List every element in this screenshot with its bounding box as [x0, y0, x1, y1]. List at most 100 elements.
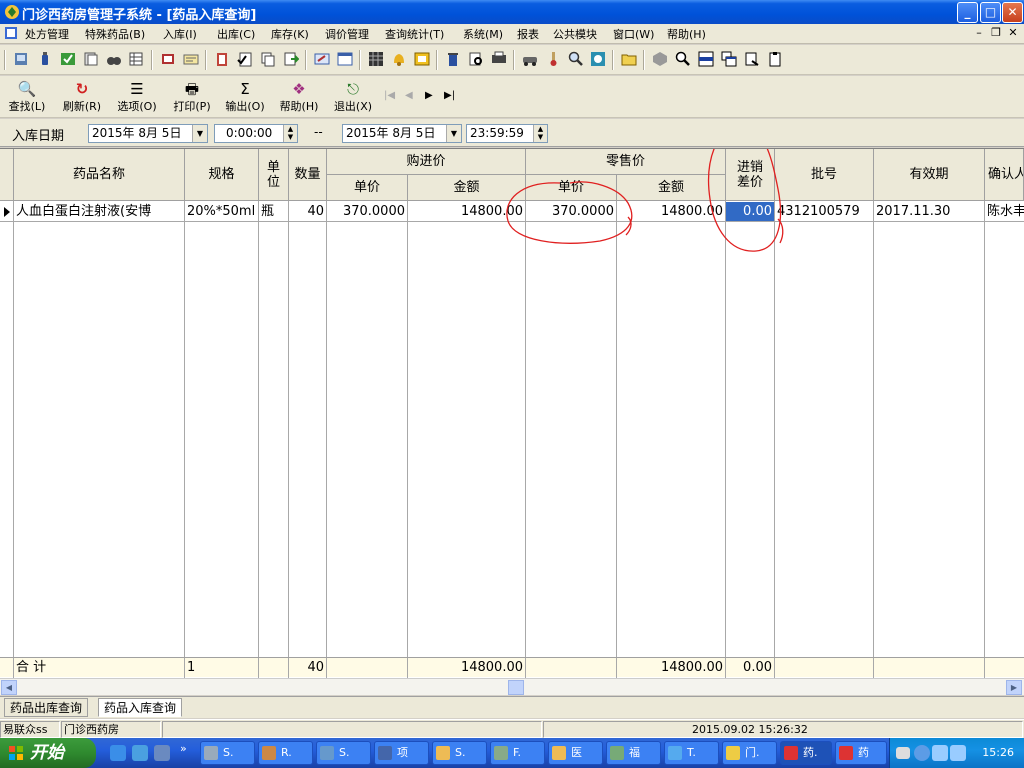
end-time-field[interactable]: 23:59:59 ▲ ▼: [466, 124, 548, 143]
chevron-down-icon[interactable]: ▼: [192, 125, 207, 142]
network2-tray-icon[interactable]: [950, 745, 966, 761]
checklist-icon[interactable]: [237, 51, 253, 67]
taskbar-item-7[interactable]: 医: [548, 741, 603, 765]
ie-quicklaunch-icon[interactable]: [110, 745, 126, 761]
magnifier-icon[interactable]: [568, 51, 584, 67]
thermometer-icon[interactable]: [545, 51, 561, 67]
scroll-left-icon[interactable]: ◀: [1, 680, 17, 695]
cell-quantity[interactable]: 40: [289, 202, 326, 222]
document-stack-icon[interactable]: [83, 51, 99, 67]
start-date-picker[interactable]: 2015年 8月 5日 ▼: [88, 124, 208, 143]
refresh-button[interactable]: ↻ 刷新(R): [57, 80, 107, 116]
spinner-icon[interactable]: ▲ ▼: [283, 125, 297, 142]
help-button[interactable]: ❖ 帮助(H): [274, 80, 324, 116]
cell-confirmed-by[interactable]: 陈水丰: [985, 202, 1024, 222]
grid-doc-icon[interactable]: [128, 51, 144, 67]
col-header-unit[interactable]: 单 位: [259, 149, 289, 201]
options-button[interactable]: ☰ 选项(O): [112, 80, 162, 116]
col-header-spec[interactable]: 规格: [185, 149, 259, 201]
taskbar-item-4[interactable]: 项: [374, 741, 429, 765]
print-preview-icon[interactable]: [491, 51, 507, 67]
export-doc-icon[interactable]: [283, 51, 299, 67]
paste-icon[interactable]: [767, 51, 783, 67]
copy-icon[interactable]: [260, 51, 276, 67]
mdi-close-button[interactable]: ✕: [1006, 26, 1020, 40]
binoculars-icon[interactable]: [106, 51, 122, 67]
scroll-thumb[interactable]: [508, 680, 524, 695]
desktop-quicklaunch-icon[interactable]: [154, 745, 170, 761]
menu-special-drugs[interactable]: 特殊药品(B): [85, 26, 145, 42]
taskbar-item-10[interactable]: 门.: [722, 741, 777, 765]
col-header-purchase-unit-price[interactable]: 单价: [327, 175, 408, 201]
taskbar-item-5[interactable]: S.: [432, 741, 487, 765]
cell-unit[interactable]: 瓶: [259, 202, 288, 222]
report-icon[interactable]: [414, 51, 430, 67]
check-icon[interactable]: [60, 51, 76, 67]
clipboard-icon[interactable]: [214, 51, 230, 67]
prev-record-button[interactable]: ◀: [405, 90, 413, 101]
network-tray-icon[interactable]: [932, 745, 948, 761]
keyboard-tray-icon[interactable]: [896, 747, 910, 759]
cell-spec[interactable]: 20%*50ml: [185, 202, 258, 222]
folder-open-icon[interactable]: [621, 51, 637, 67]
mdi-minimize-button[interactable]: –: [972, 26, 986, 40]
tab-inbound-query[interactable]: 药品入库查询: [98, 698, 183, 717]
edit-book-icon[interactable]: [160, 51, 176, 67]
first-record-button[interactable]: |◀: [384, 90, 395, 101]
menu-inbound[interactable]: 入库(I): [163, 26, 197, 42]
next-record-button[interactable]: ▶: [425, 90, 433, 101]
menu-reports[interactable]: 报表: [517, 26, 539, 42]
menu-stock[interactable]: 库存(K): [271, 26, 309, 42]
cascade-icon[interactable]: [721, 51, 737, 67]
arrange-icon[interactable]: [744, 51, 760, 67]
menu-price-adjust[interactable]: 调价管理: [325, 26, 369, 42]
last-record-button[interactable]: ▶|: [444, 90, 455, 101]
taskbar-item-11[interactable]: 药.: [780, 741, 832, 765]
print-button[interactable]: 🖶 打印(P): [167, 80, 217, 116]
taskbar-item-1[interactable]: S.: [200, 741, 255, 765]
mdi-restore-button[interactable]: ❐: [989, 26, 1003, 40]
split-horizontal-icon[interactable]: [698, 51, 714, 67]
browser-quicklaunch-icon[interactable]: [132, 745, 148, 761]
search-doc-icon[interactable]: [468, 51, 484, 67]
cube-icon[interactable]: [652, 51, 668, 67]
disc-icon[interactable]: [590, 51, 606, 67]
table-icon[interactable]: [337, 51, 353, 67]
maximize-button[interactable]: □: [980, 2, 1001, 23]
car-icon[interactable]: [522, 51, 538, 67]
horizontal-scrollbar[interactable]: ◀ ▶: [0, 678, 1024, 695]
form-edit-icon[interactable]: [314, 51, 330, 67]
taskbar-item-6[interactable]: F.: [490, 741, 545, 765]
row-selector-arrow-icon[interactable]: [0, 202, 13, 222]
close-button[interactable]: ✕: [1002, 2, 1023, 23]
prescription-icon[interactable]: [13, 51, 29, 67]
start-time-field[interactable]: 0:00:00 ▲ ▼: [214, 124, 298, 143]
col-header-expiry-date[interactable]: 有效期: [874, 149, 985, 201]
export-button[interactable]: Σ 输出(O): [220, 80, 270, 116]
spinner-icon[interactable]: ▲ ▼: [533, 125, 547, 142]
taskbar-item-9[interactable]: T.: [664, 741, 719, 765]
cell-purchase-unit-price[interactable]: 370.0000: [327, 202, 407, 222]
col-header-quantity[interactable]: 数量: [289, 149, 327, 201]
menu-prescription[interactable]: 处方管理: [25, 26, 69, 42]
taskbar-item-2[interactable]: R.: [258, 741, 313, 765]
exit-button[interactable]: ⎋ 退出(X): [328, 80, 378, 116]
zoom-icon[interactable]: [675, 51, 691, 67]
col-header-confirmed-by[interactable]: 确认人: [985, 149, 1024, 201]
trash-icon[interactable]: [445, 51, 461, 67]
chevron-down-icon[interactable]: ▼: [446, 125, 461, 142]
menu-common[interactable]: 公共模块: [553, 26, 597, 42]
menu-query-stats[interactable]: 查询统计(T): [385, 26, 444, 42]
taskbar-item-3[interactable]: S.: [316, 741, 371, 765]
card-icon[interactable]: [183, 51, 199, 67]
find-button[interactable]: 🔍 查找(L): [2, 80, 52, 116]
cell-expiry-date[interactable]: 2017.11.30: [874, 202, 984, 222]
tab-outbound-query[interactable]: 药品出库查询: [4, 698, 89, 717]
taskbar-item-12[interactable]: 药: [835, 741, 887, 765]
menu-system[interactable]: 系统(M): [463, 26, 503, 42]
menu-window[interactable]: 窗口(W): [613, 26, 654, 42]
bottle-icon[interactable]: [37, 51, 53, 67]
tray-expand-icon[interactable]: [914, 745, 930, 761]
inbound-data-grid[interactable]: 药品名称 规格 单 位 数量 购进价 单价 金额 零售价 单价 金额 进销 差价…: [0, 148, 1024, 678]
calculator-icon[interactable]: [368, 51, 384, 67]
